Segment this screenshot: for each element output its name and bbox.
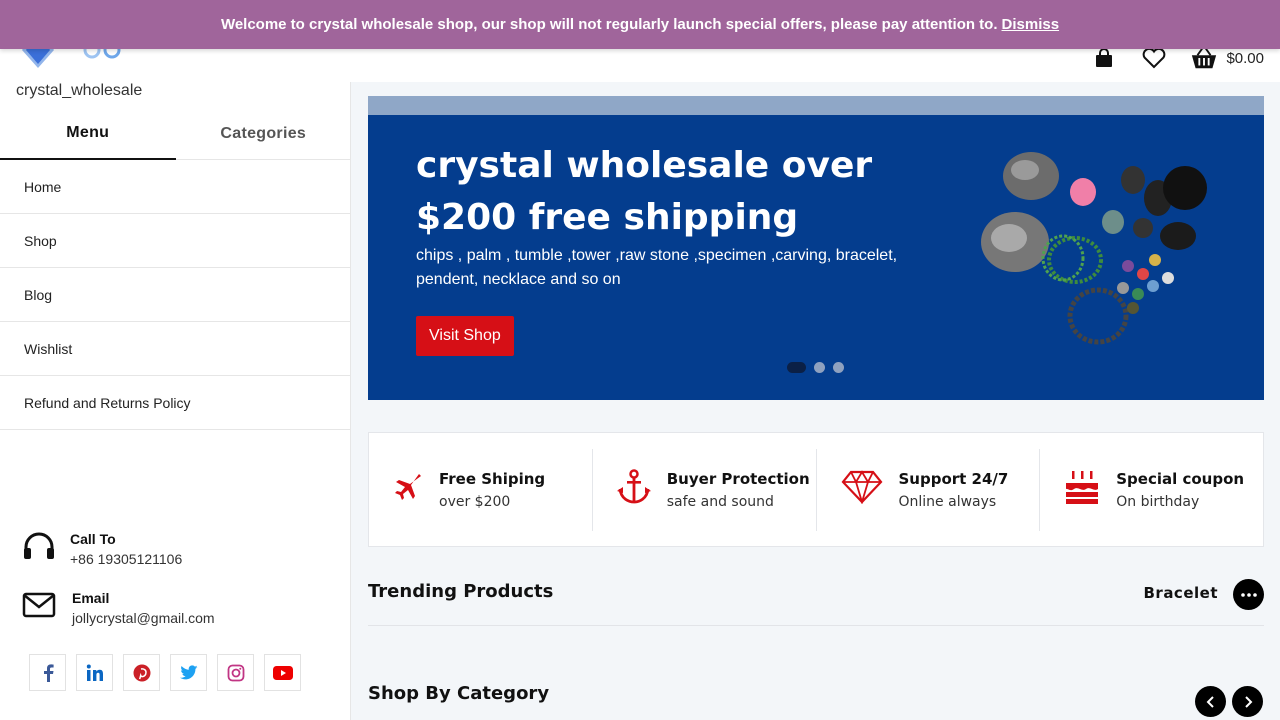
slider-dot-2[interactable] [814, 362, 825, 373]
hero-top-strip [368, 96, 1264, 115]
call-to-label: Call To [70, 531, 116, 547]
more-options-button[interactable] [1233, 579, 1264, 610]
envelope-icon [22, 590, 58, 625]
feature-special-coupon: Special coupon On birthday [1040, 449, 1263, 531]
hero-banner: crystal wholesale over $200 free shippin… [368, 96, 1264, 400]
linkedin-icon[interactable] [76, 654, 113, 691]
phone-number[interactable]: +86 19305121106 [70, 551, 182, 567]
sidebar-item-shop[interactable]: Shop [0, 214, 351, 268]
trending-title: Trending Products [368, 581, 554, 602]
brand-name[interactable]: crystal_wholesale [16, 82, 142, 100]
feature-support: Support 24/7 Online always [817, 448, 1041, 531]
cake-icon [1064, 469, 1100, 510]
feature-title: Free Shiping [439, 469, 546, 488]
crystals-product-image [981, 152, 1207, 345]
social-links [29, 654, 301, 691]
cart-total: $0.00 [1226, 49, 1264, 67]
feature-buyer-protection: Buyer Protection safe and sound [593, 448, 817, 531]
chevron-left-icon [1206, 695, 1214, 708]
sidebar-item-blog[interactable]: Blog [0, 268, 351, 322]
category-filter-bracelet[interactable]: Bracelet [1143, 584, 1218, 602]
contact-phone: Call To +86 19305121106 [22, 531, 332, 567]
hero-headline: crystal wholesale over $200 free shippin… [416, 145, 873, 238]
feature-subtitle: On birthday [1116, 493, 1200, 510]
twitter-icon[interactable] [170, 654, 207, 691]
ellipsis-icon [1240, 592, 1257, 597]
features-bar: Free Shiping over $200 Buyer Protection … [368, 432, 1264, 547]
slider-dot-1[interactable] [787, 362, 806, 373]
feature-subtitle: over $200 [439, 493, 511, 510]
headphones-icon [22, 531, 56, 566]
sidebar-item-wishlist[interactable]: Wishlist [0, 322, 351, 376]
dismiss-link[interactable]: Dismiss [1002, 16, 1060, 33]
store-notice: Welcome to crystal wholesale shop, our s… [0, 0, 1280, 49]
tab-menu[interactable]: Menu [0, 108, 176, 160]
feature-title: Special coupon [1116, 469, 1245, 488]
sidebar: Menu Categories Home Shop Blog Wishlist … [0, 82, 351, 720]
slider-dot-3[interactable] [833, 362, 844, 373]
category-carousel-nav [1195, 686, 1263, 717]
feature-subtitle: Online always [898, 493, 997, 510]
anchor-icon [616, 469, 651, 510]
prev-button[interactable] [1195, 686, 1226, 717]
notice-message: Welcome to crystal wholesale shop, our s… [220, 16, 998, 33]
hero-subtext: chips , palm , tumble ,tower ,raw stone … [416, 247, 898, 288]
feature-free-shipping: Free Shiping over $200 [369, 448, 593, 531]
next-button[interactable] [1232, 686, 1263, 717]
pinterest-icon[interactable] [123, 654, 160, 691]
slider-dots [787, 362, 844, 373]
youtube-icon[interactable] [264, 654, 301, 691]
feature-title: Support 24/7 [898, 469, 1009, 488]
feature-subtitle: safe and sound [666, 493, 774, 510]
shop-by-category-title: Shop By Category [368, 683, 550, 704]
chevron-right-icon [1244, 695, 1252, 708]
airplane-icon [393, 472, 423, 507]
tab-categories[interactable]: Categories [176, 108, 352, 160]
sidebar-tabs: Menu Categories [0, 108, 351, 160]
sidebar-item-refund-policy[interactable]: Refund and Returns Policy [0, 376, 351, 430]
visit-shop-button[interactable]: Visit Shop [416, 316, 514, 356]
sidebar-menu: Home Shop Blog Wishlist Refund and Retur… [0, 160, 351, 430]
trending-products-header: Trending Products Bracelet [368, 577, 1264, 626]
instagram-icon[interactable] [217, 654, 254, 691]
feature-title: Buyer Protection [666, 469, 810, 488]
sidebar-item-home[interactable]: Home [0, 160, 351, 214]
facebook-icon[interactable] [29, 654, 66, 691]
contact-email: Email jollycrystal@gmail.com [22, 590, 332, 626]
email-label: Email [72, 590, 110, 606]
diamond-icon [841, 470, 883, 509]
email-address[interactable]: jollycrystal@gmail.com [72, 610, 215, 626]
